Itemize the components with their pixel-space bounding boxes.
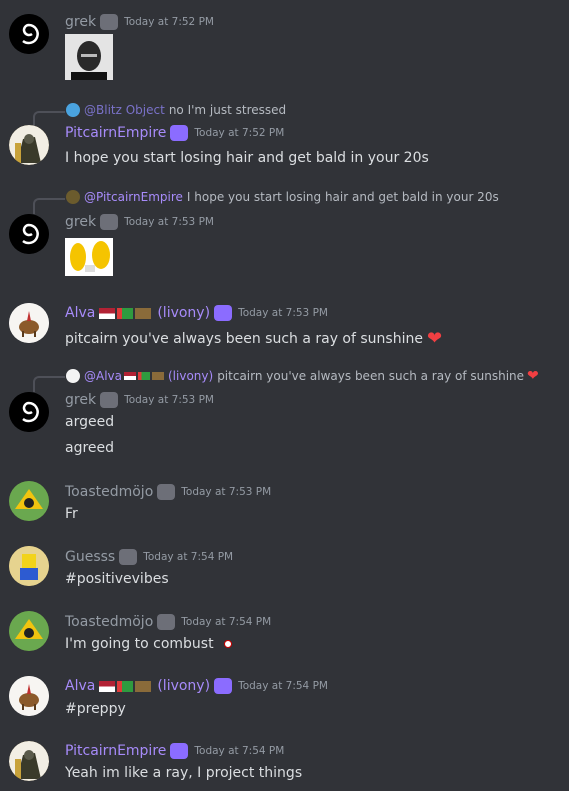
flag-icons [99, 680, 152, 692]
author-name[interactable]: PitcairnEmpire [65, 125, 166, 141]
role-badge-icon [100, 392, 119, 408]
message-text: #preppy [65, 701, 126, 717]
message-text: pitcairn you've always been such a ray o… [65, 330, 423, 347]
reply-spine [33, 198, 65, 214]
role-badge-icon [170, 125, 189, 141]
reply-spine [33, 376, 65, 392]
attachment-image[interactable] [65, 34, 113, 80]
avatar-pitcairnempire[interactable] [9, 125, 49, 165]
reply-avatar [66, 369, 80, 383]
attachment-sticker[interactable] [65, 238, 113, 276]
message-text: Fr [65, 506, 78, 522]
role-badge-icon [100, 214, 119, 230]
avatar-alva[interactable] [9, 676, 49, 716]
role-badge-icon [170, 743, 189, 759]
reply-spine [33, 111, 65, 127]
reply-author-suffix: (livony) [168, 369, 214, 383]
timestamp: Today at 7:53 PM [238, 307, 328, 319]
author-suffix: (livony) [157, 305, 211, 321]
reply-author[interactable]: @Alva [84, 369, 122, 383]
message-text: Yeah im like a ray, I project things [65, 765, 303, 781]
timestamp: Today at 7:53 PM [124, 216, 214, 228]
reply-text[interactable]: no I'm just stressed [169, 103, 286, 117]
role-badge-icon [214, 305, 233, 321]
reply-text[interactable]: I hope you start losing hair and get bal… [187, 190, 499, 204]
avatar-toastedmojo[interactable] [9, 611, 49, 651]
avatar-grek[interactable] [9, 392, 49, 432]
author-name[interactable]: PitcairnEmpire [65, 743, 166, 759]
reply-text[interactable]: pitcairn you've always been such a ray o… [217, 369, 524, 383]
heart-emoji-icon: ❤ [527, 368, 539, 384]
role-badge-icon [119, 549, 138, 565]
reply-avatar [66, 190, 80, 204]
author-name[interactable]: grek [65, 214, 96, 230]
avatar-toastedmojo[interactable] [9, 481, 49, 521]
message-text: I'm going to combust [65, 636, 214, 652]
author-name[interactable]: Alva [65, 678, 95, 694]
reply-avatar [66, 103, 80, 117]
avatar-grek[interactable] [9, 214, 49, 254]
avatar-grek[interactable] [9, 14, 49, 54]
avatar-alva[interactable] [9, 303, 49, 343]
author-name[interactable]: grek [65, 14, 96, 30]
author-name[interactable]: Toastedmöjo [65, 484, 153, 500]
message-text: I hope you start losing hair and get bal… [65, 150, 429, 166]
avatar-guesss[interactable] [9, 546, 49, 586]
author-name[interactable]: Guesss [65, 549, 115, 565]
role-badge-icon [157, 614, 176, 630]
timestamp: Today at 7:54 PM [238, 680, 328, 692]
timestamp: Today at 7:52 PM [194, 127, 285, 139]
role-badge-icon [214, 678, 233, 694]
eye-emoji-icon [223, 640, 232, 648]
heart-emoji-icon: ❤ [426, 328, 443, 349]
timestamp: Today at 7:54 PM [143, 551, 234, 563]
author-name[interactable]: Alva [65, 305, 95, 321]
timestamp: Today at 7:52 PM [124, 16, 214, 28]
author-name[interactable]: Toastedmöjo [65, 614, 153, 630]
author-name[interactable]: grek [65, 392, 96, 408]
timestamp: Today at 7:54 PM [194, 745, 285, 757]
reply-flag-icons [124, 372, 164, 380]
reply-author[interactable]: @Blitz Object [84, 103, 165, 117]
message-text: argeed [65, 414, 115, 430]
role-badge-icon [100, 14, 119, 30]
timestamp: Today at 7:53 PM [181, 486, 272, 498]
author-suffix: (livony) [157, 678, 211, 694]
reply-author[interactable]: @PitcairnEmpire [84, 190, 183, 204]
timestamp: Today at 7:54 PM [181, 616, 272, 628]
timestamp: Today at 7:53 PM [124, 394, 214, 406]
role-badge-icon [157, 484, 176, 500]
flag-icons [99, 307, 152, 319]
message-text: #positivevibes [65, 571, 169, 587]
avatar-pitcairnempire[interactable] [9, 741, 49, 781]
message-text: agreed [65, 440, 115, 456]
